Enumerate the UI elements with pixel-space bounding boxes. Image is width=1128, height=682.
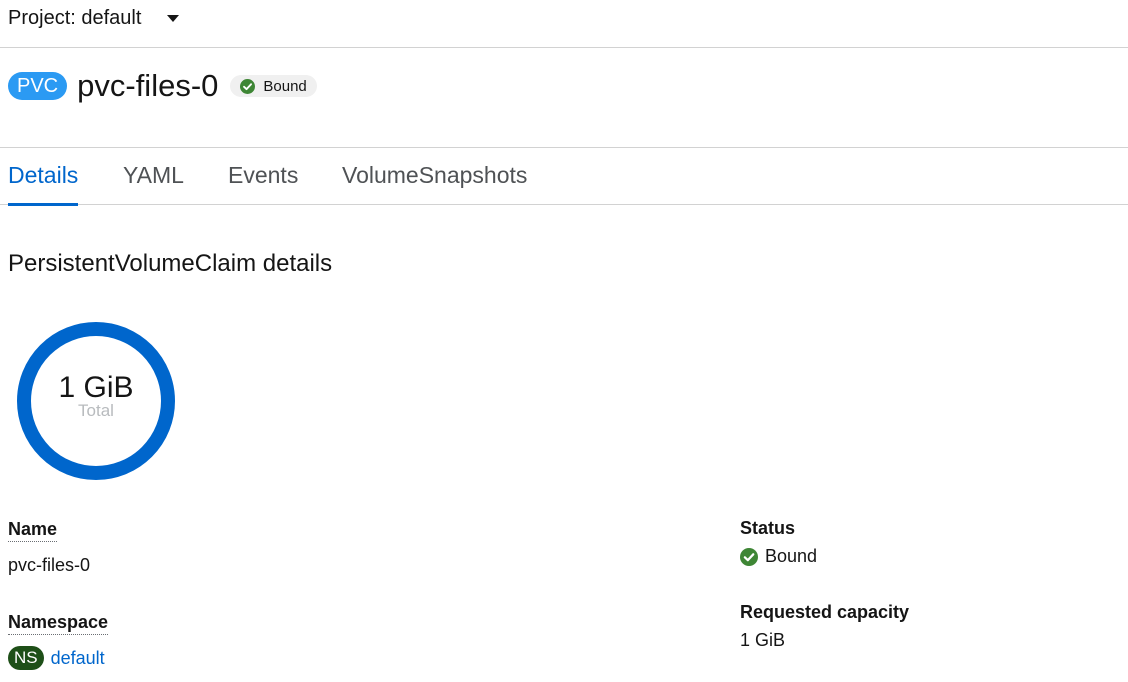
- requested-capacity-value: 1 GiB: [740, 630, 786, 650]
- title-row: PVC pvc-files-0 Bound: [8, 68, 317, 104]
- namespace-value: NS default: [8, 646, 105, 670]
- tab-bar: Details YAML Events VolumeSnapshots: [0, 148, 1128, 206]
- status-badge: Bound: [230, 75, 317, 97]
- project-bar: Project: default: [0, 0, 1128, 48]
- page-header: PVC pvc-files-0 Bound: [0, 48, 1128, 148]
- namespace-label[interactable]: Namespace: [8, 612, 109, 635]
- check-circle-icon: [240, 78, 256, 94]
- status-value-text: Bound: [765, 546, 818, 566]
- namespace-link[interactable]: default: [51, 648, 105, 669]
- namespace-badge: NS: [8, 646, 44, 670]
- donut-value: 1 GiB: [58, 371, 133, 404]
- status-badge-label: Bound: [263, 77, 307, 95]
- status-value: Bound: [740, 546, 817, 567]
- check-circle-icon: [740, 547, 758, 566]
- status-label: Status: [740, 518, 796, 538]
- tab-events[interactable]: Events: [228, 148, 298, 205]
- tab-details[interactable]: Details: [8, 148, 79, 206]
- section-heading: PersistentVolumeClaim details: [8, 250, 333, 277]
- page-title: pvc-files-0: [77, 68, 219, 103]
- resource-kind-badge: PVC: [8, 72, 68, 100]
- caret-down-icon: [167, 15, 180, 22]
- capacity-donut-chart: 1 GiB Total: [17, 322, 175, 480]
- name-value: pvc-files-0: [8, 555, 91, 575]
- tab-volumesnapshots[interactable]: VolumeSnapshots: [342, 148, 527, 205]
- tab-yaml[interactable]: YAML: [123, 148, 184, 205]
- donut-caption: Total: [78, 401, 114, 420]
- project-selector[interactable]: Project: default: [8, 5, 180, 31]
- name-label[interactable]: Name: [8, 519, 58, 542]
- project-label: Project: default: [8, 6, 142, 29]
- requested-capacity-label: Requested capacity: [740, 602, 910, 622]
